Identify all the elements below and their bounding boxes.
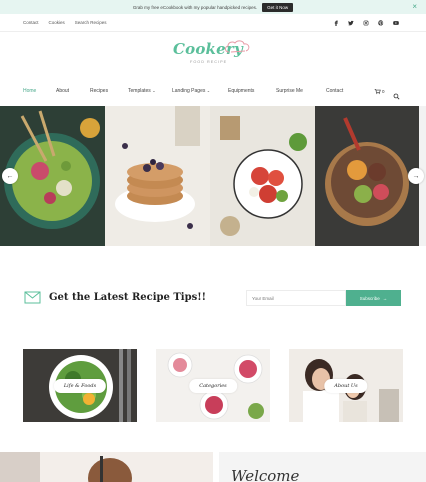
slide-tomato-salad[interactable] xyxy=(210,106,315,246)
close-icon[interactable]: × xyxy=(412,2,417,12)
category-card-about-us[interactable]: About Us xyxy=(289,349,403,422)
category-card-life-foods[interactable]: Life & Foods xyxy=(23,349,137,422)
nav-item-about[interactable]: About xyxy=(56,88,69,94)
cart-count: 0 xyxy=(382,89,385,94)
nav-item-templates[interactable]: Templates ⌄ xyxy=(128,88,156,94)
search-button[interactable] xyxy=(393,87,400,105)
newsletter-title: Get the Latest Recipe Tips!! xyxy=(49,292,206,303)
youtube-icon[interactable] xyxy=(392,18,399,27)
subscribe-button[interactable]: Subscribe → xyxy=(346,290,401,306)
category-card-label: Life & Foods xyxy=(53,378,107,393)
cart-button[interactable]: 0 xyxy=(374,88,385,95)
welcome-panel: Welcome xyxy=(219,452,426,482)
recipe-slider: ← → xyxy=(0,106,426,246)
envelope-icon xyxy=(24,291,41,304)
pinterest-icon[interactable] xyxy=(377,18,384,27)
secondary-top-bar: Contact Cookies Search Recipes xyxy=(0,14,426,32)
nav-item-templates-label: Templates xyxy=(128,88,151,94)
main-navigation: Home About Recipes Templates ⌄ Landing P… xyxy=(0,84,426,100)
welcome-heading: Welcome xyxy=(231,467,300,482)
twitter-icon[interactable] xyxy=(347,18,354,27)
site-logo[interactable]: Cookery FOOD RECIPE xyxy=(163,37,263,71)
top-link-search-recipes[interactable]: Search Recipes xyxy=(75,20,107,25)
nav-item-home[interactable]: Home xyxy=(23,88,36,94)
chevron-down-icon: ⌄ xyxy=(206,88,211,93)
slide-pancakes[interactable] xyxy=(105,106,210,246)
about-image xyxy=(0,452,213,482)
arrow-right-icon: → xyxy=(382,295,388,301)
chevron-down-icon: ⌄ xyxy=(152,88,156,93)
nav-item-equipments[interactable]: Equipments xyxy=(228,88,254,94)
search-icon xyxy=(393,93,400,100)
subscribe-label: Subscribe xyxy=(359,295,380,301)
category-card-categories[interactable]: Categories xyxy=(156,349,270,422)
newsletter-section: Get the Latest Recipe Tips!! Subscribe → xyxy=(0,280,426,320)
category-card-label: About Us xyxy=(324,378,368,393)
notification-bar: Grab my free eCookbook with my popular h… xyxy=(0,0,426,14)
facebook-icon[interactable] xyxy=(332,18,339,27)
notification-text: Grab my free eCookbook with my popular h… xyxy=(132,4,258,10)
nav-item-surprise-me[interactable]: Surprise Me xyxy=(276,88,303,94)
nav-item-landing-pages-label: Landing Pages xyxy=(172,88,206,94)
slider-prev-button[interactable]: ← xyxy=(2,168,18,184)
top-link-cookies[interactable]: Cookies xyxy=(49,20,65,25)
top-links: Contact Cookies Search Recipes xyxy=(23,20,107,25)
slider-next-button[interactable]: → xyxy=(408,168,424,184)
cart-icon xyxy=(374,89,381,95)
nav-item-contact[interactable]: Contact xyxy=(326,88,343,94)
category-card-label: Categories xyxy=(189,378,237,393)
logo-tagline: FOOD RECIPE xyxy=(190,60,228,64)
social-links xyxy=(332,18,399,27)
nav-item-landing-pages[interactable]: Landing Pages ⌄ xyxy=(172,88,210,94)
top-link-contact[interactable]: Contact xyxy=(23,20,39,25)
email-input[interactable] xyxy=(246,290,346,306)
nav-item-recipes[interactable]: Recipes xyxy=(90,88,108,94)
chef-hat-icon xyxy=(225,40,250,53)
get-it-now-button[interactable]: Get it Now xyxy=(262,2,294,12)
instagram-icon[interactable] xyxy=(362,18,369,27)
